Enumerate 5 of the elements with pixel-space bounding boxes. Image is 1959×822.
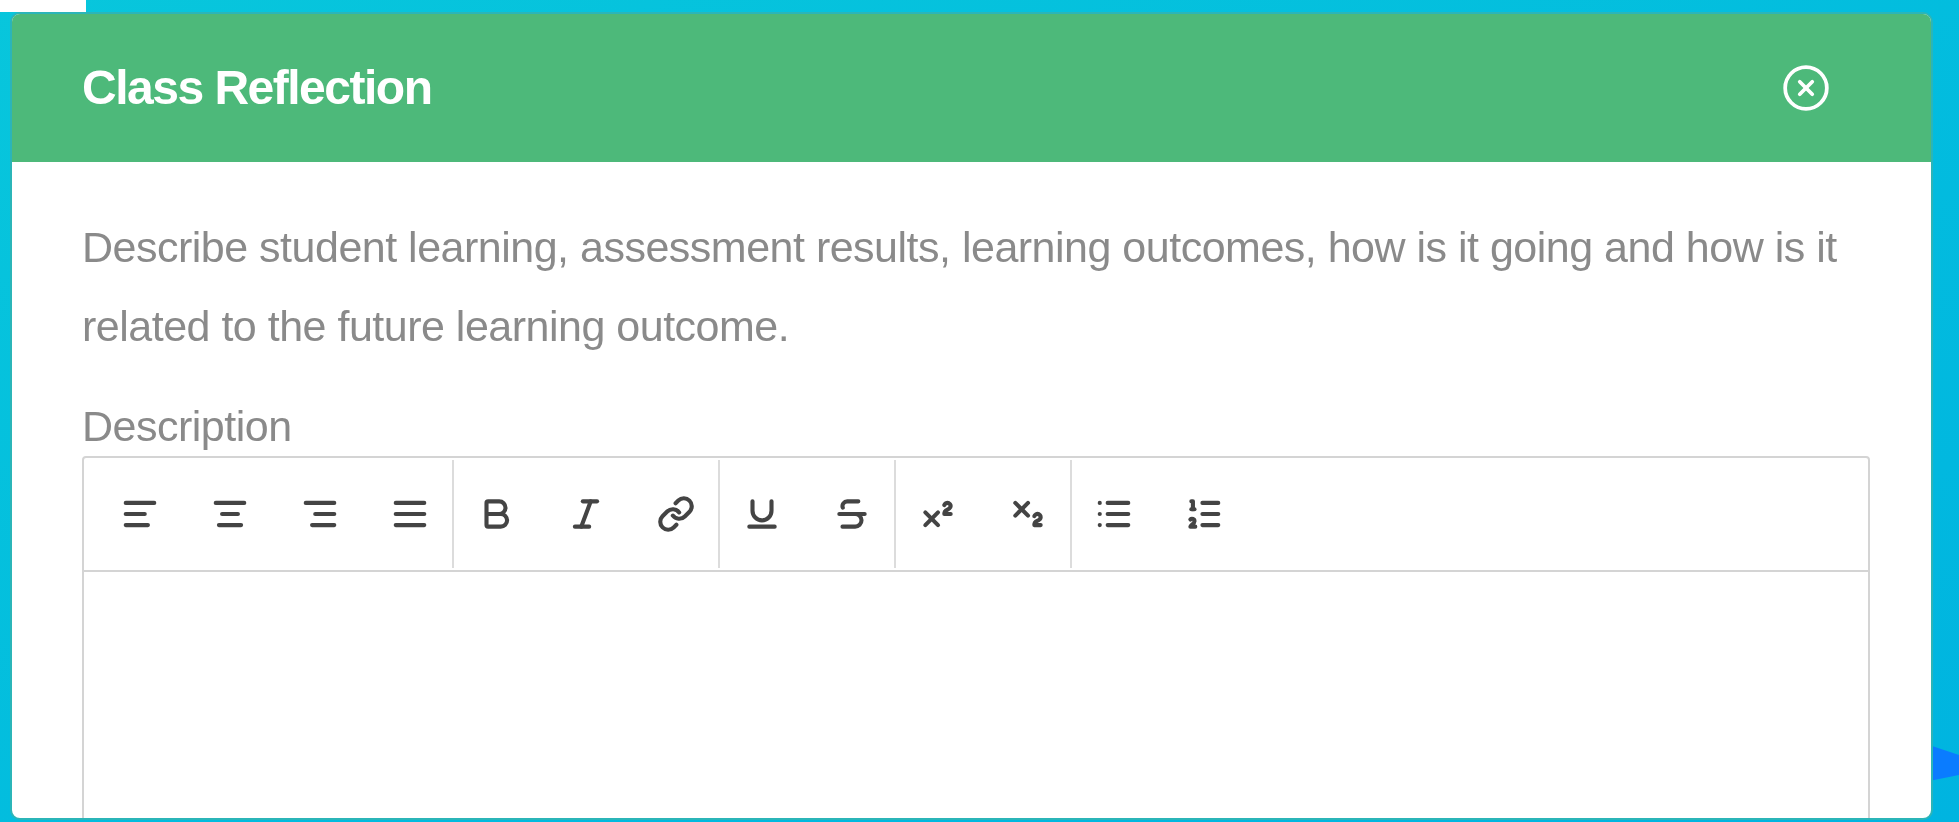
instructions-text: Describe student learning, assessment results, learning outcomes, how is it going and how is it related to the future learning outcome. bbox=[82, 222, 1838, 352]
link-icon bbox=[657, 495, 695, 533]
field-label: Description bbox=[82, 401, 293, 452]
dialog-title: Class Reflection bbox=[82, 60, 432, 116]
close-icon bbox=[1781, 63, 1831, 113]
